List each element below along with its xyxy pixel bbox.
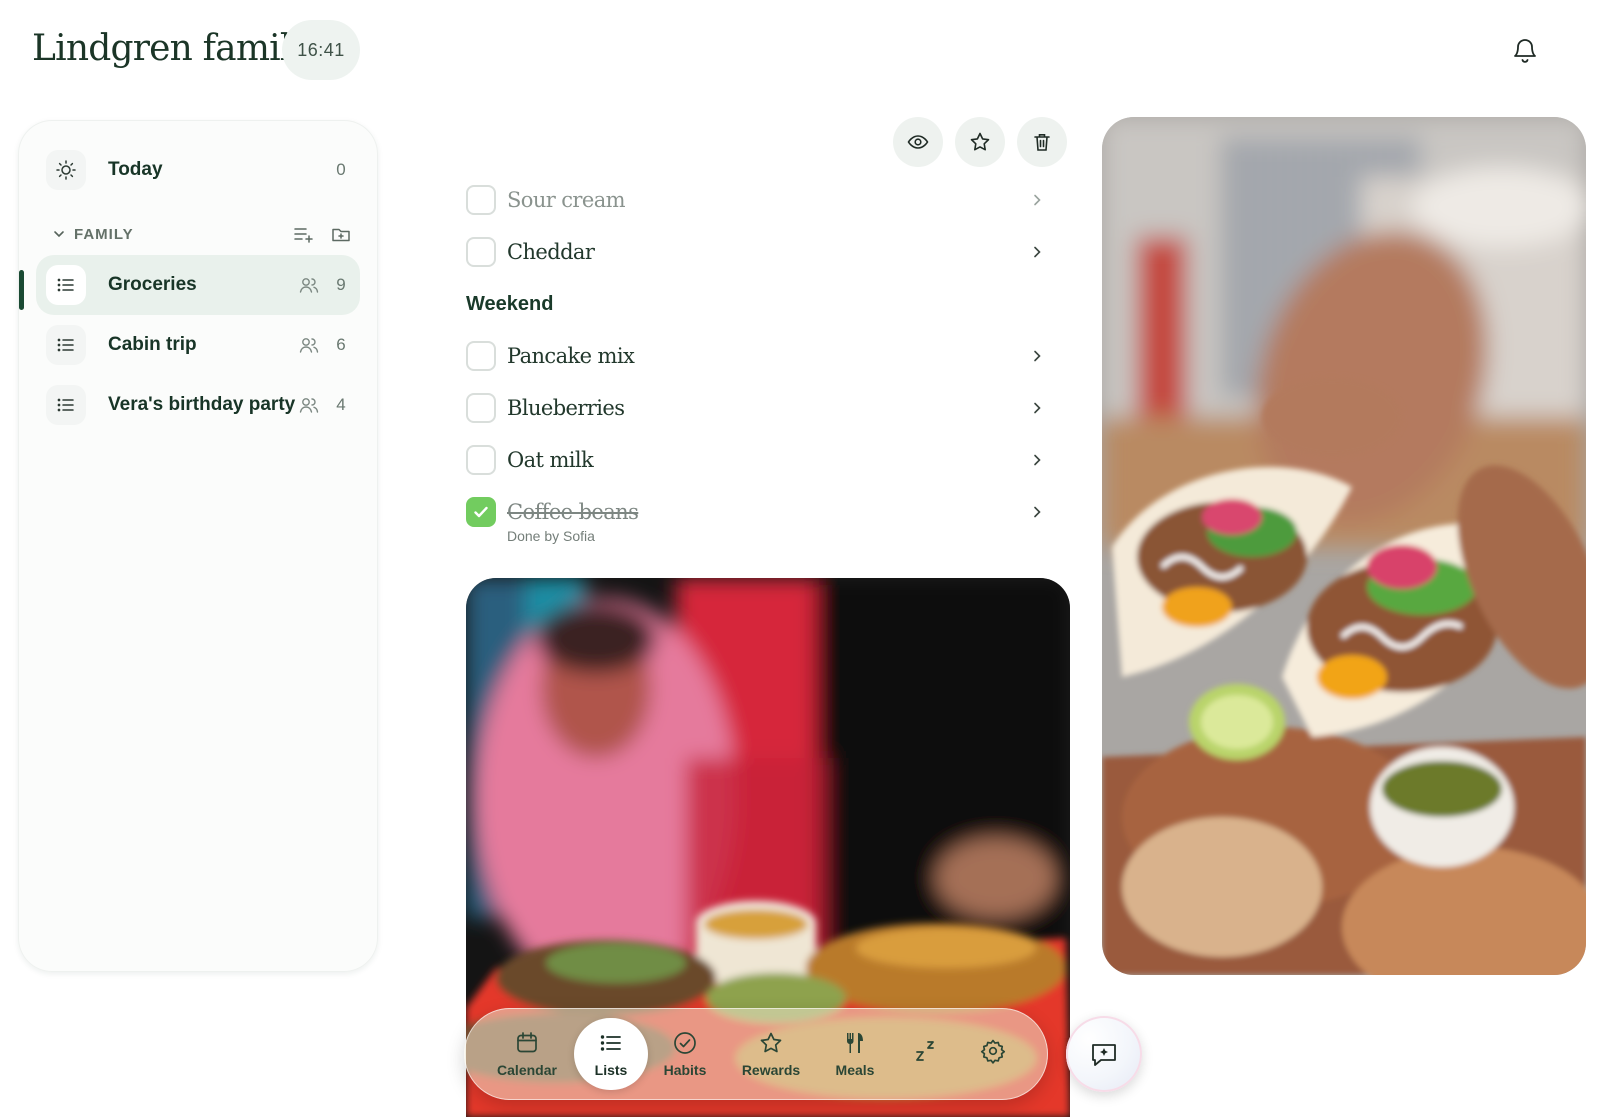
check-circle-icon (674, 1032, 696, 1054)
list-item[interactable]: Sour cream (466, 174, 1066, 226)
nav-label: Meals (835, 1062, 875, 1078)
food-photo-tacos-hand (1102, 117, 1586, 975)
item-label: Coffee beans (507, 500, 639, 524)
add-list-icon[interactable] (292, 223, 314, 245)
list-item[interactable]: Cheddar (466, 226, 1066, 278)
eye-icon (907, 135, 929, 149)
sidebar-item-cabin-trip[interactable]: Cabin trip 6 (36, 315, 360, 375)
checkbox[interactable] (466, 445, 496, 475)
item-count: 9 (336, 275, 346, 294)
shared-people-icon (299, 278, 319, 293)
chat-sparkle-icon (1092, 1044, 1116, 1066)
star-icon (760, 1032, 782, 1053)
nav-label: Rewards (741, 1062, 801, 1078)
list-item[interactable]: Oat milk (466, 434, 1066, 486)
nav-rewards[interactable]: Rewards (734, 1018, 808, 1090)
section-label: FAMILY (74, 225, 134, 243)
list-icon (600, 1035, 621, 1051)
gear-icon (980, 1039, 1006, 1064)
list-icon (46, 385, 86, 425)
chevron-right-icon[interactable] (1030, 349, 1044, 363)
grocery-list: Sour cream Cheddar Weekend Pancake mix B… (466, 174, 1066, 544)
shared-people-icon (299, 338, 319, 353)
nav-meals[interactable]: Meals (818, 1018, 892, 1090)
delete-button[interactable] (1017, 117, 1067, 167)
list-item[interactable]: Pancake mix (466, 330, 1066, 382)
chevron-right-icon[interactable] (1030, 193, 1044, 207)
chevron-right-icon[interactable] (1030, 453, 1044, 467)
utensils-icon (846, 1033, 863, 1053)
sidebar-item-groceries[interactable]: Groceries 9 (36, 255, 360, 315)
family-section-header[interactable]: FAMILY (52, 222, 352, 246)
shared-people-icon (299, 398, 319, 413)
sun-icon (46, 150, 86, 190)
chevron-right-icon[interactable] (1030, 245, 1044, 259)
trash-icon (1034, 134, 1050, 151)
item-label: Pancake mix (507, 344, 635, 368)
sidebar-item-today[interactable]: Today 0 (36, 140, 360, 200)
nav-calendar[interactable]: Calendar (490, 1018, 564, 1090)
item-label: Oat milk (507, 448, 594, 472)
nav-sleep[interactable] (890, 1018, 964, 1090)
sidebar-item-label: Today (108, 159, 163, 180)
add-folder-icon[interactable] (330, 223, 352, 245)
item-count: 4 (336, 395, 346, 414)
sidebar-item-label: Groceries (108, 274, 197, 295)
bell-icon[interactable] (1512, 36, 1538, 64)
nav-lists[interactable]: Lists (574, 1018, 648, 1090)
nav-settings[interactable] (956, 1018, 1030, 1090)
checkbox[interactable] (466, 185, 496, 215)
item-count: 0 (336, 160, 346, 179)
sidebar-item-label: Cabin trip (108, 334, 197, 355)
chevron-right-icon[interactable] (1030, 401, 1044, 415)
active-indicator (19, 270, 24, 310)
chevron-right-icon[interactable] (1030, 505, 1044, 519)
favorite-button[interactable] (955, 117, 1005, 167)
star-icon (970, 132, 990, 151)
nav-label: Habits (663, 1062, 707, 1078)
nav-habits[interactable]: Habits (648, 1018, 722, 1090)
bottom-navigation: Calendar Lists Habits Rewards Meals (464, 1008, 1048, 1100)
sidebar-item-label: Vera's birthday party (108, 394, 296, 415)
checkmark-icon (474, 506, 488, 518)
app-title: Lindgren family (32, 28, 311, 69)
clock: 16:41 (282, 20, 360, 80)
item-label: Cheddar (507, 240, 595, 264)
sidebar: Today 0 FAMILY Groceries 9 Cabin trip 6 … (18, 120, 378, 972)
checkbox[interactable] (466, 237, 496, 267)
item-label: Sour cream (507, 188, 626, 212)
checkbox[interactable] (466, 341, 496, 371)
chevron-down-icon[interactable] (52, 227, 66, 241)
item-count: 6 (336, 335, 346, 354)
list-icon (46, 325, 86, 365)
list-item[interactable]: Coffee beans (466, 486, 1066, 538)
sleep-icon (916, 1041, 934, 1061)
sidebar-item-veras-birthday-party[interactable]: Vera's birthday party 4 (36, 375, 360, 435)
list-item[interactable]: Blueberries (466, 382, 1066, 434)
item-label: Blueberries (507, 396, 625, 420)
checkbox-checked[interactable] (466, 497, 496, 527)
list-icon (46, 265, 86, 305)
checkbox[interactable] (466, 393, 496, 423)
group-heading: Weekend (466, 292, 554, 315)
visibility-button[interactable] (893, 117, 943, 167)
calendar-icon (517, 1032, 537, 1053)
nav-label: Calendar (497, 1062, 557, 1078)
nav-label: Lists (594, 1062, 628, 1078)
assistant-button[interactable] (1066, 1016, 1142, 1092)
